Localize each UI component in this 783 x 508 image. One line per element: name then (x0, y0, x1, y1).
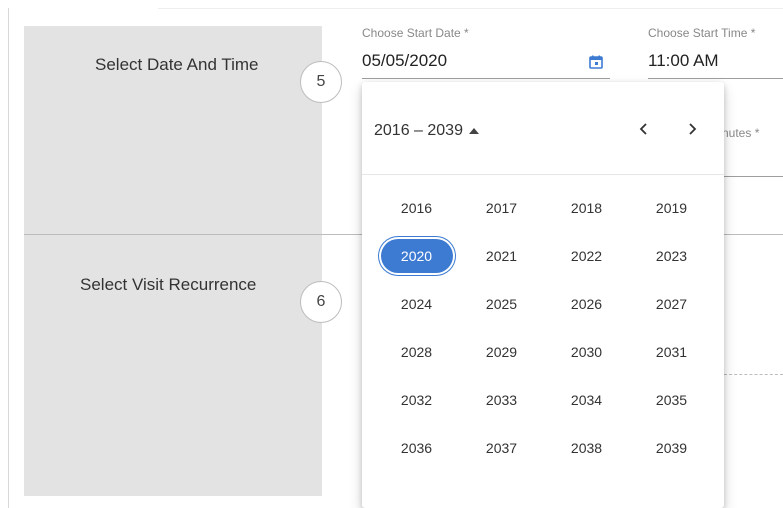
year-option-label: 2021 (485, 248, 518, 264)
year-option[interactable]: 2029 (459, 328, 544, 376)
section-label-column (24, 26, 322, 496)
year-option-label: 2018 (570, 200, 603, 216)
year-option-label: 2025 (485, 296, 518, 312)
year-option-label: 2037 (485, 440, 518, 456)
year-option[interactable]: 2035 (629, 376, 714, 424)
calendar-icon[interactable] (589, 55, 603, 69)
year-option-label: 2024 (400, 296, 433, 312)
section-title-visit-recurrence: Select Visit Recurrence (80, 275, 257, 294)
caret-up-icon (468, 128, 479, 134)
next-period-button[interactable] (678, 115, 706, 143)
year-option-label: 2020 (380, 239, 453, 273)
step-number-badge: 5 (300, 61, 342, 103)
card-border (8, 8, 9, 508)
year-option-label: 2027 (655, 296, 688, 312)
year-option[interactable]: 2036 (374, 424, 459, 472)
step-number-badge: 6 (300, 281, 342, 323)
year-picker-header: 2016 – 2039 (362, 82, 724, 174)
year-option-label: 2032 (400, 392, 433, 408)
duration-minutes-underline (722, 176, 783, 177)
year-option-label: 2031 (655, 344, 688, 360)
year-option-label: 2034 (570, 392, 603, 408)
year-option[interactable]: 2020 (374, 232, 459, 280)
start-time-input[interactable]: 11:00 AM (648, 51, 719, 71)
section-title-date-time: Select Date And Time (95, 55, 259, 74)
year-option-label: 2028 (400, 344, 433, 360)
year-option[interactable]: 2028 (374, 328, 459, 376)
year-grid: 2016 2017 2018 2019 2020 2021 2022 2023 2024 2025… (374, 184, 716, 472)
year-option[interactable]: 2017 (459, 184, 544, 232)
year-option[interactable]: 2039 (629, 424, 714, 472)
start-time-underline (648, 78, 783, 79)
year-option[interactable]: 2024 (374, 280, 459, 328)
year-option-label: 2019 (655, 200, 688, 216)
year-option-label: 2022 (570, 248, 603, 264)
year-option-label: 2029 (485, 344, 518, 360)
year-option[interactable]: 2025 (459, 280, 544, 328)
year-option[interactable]: 2016 (374, 184, 459, 232)
year-option-label: 2030 (570, 344, 603, 360)
period-toggle-button[interactable]: 2016 – 2039 (374, 119, 479, 143)
year-option[interactable]: 2027 (629, 280, 714, 328)
year-option[interactable]: 2022 (544, 232, 629, 280)
year-option[interactable]: 2023 (629, 232, 714, 280)
start-date-underline (362, 78, 610, 79)
year-option-label: 2017 (485, 200, 518, 216)
year-option-label: 2033 (485, 392, 518, 408)
chevron-right-icon (689, 123, 697, 135)
year-option-label: 2026 (570, 296, 603, 312)
year-picker-divider (362, 174, 724, 175)
year-option-label: 2036 (400, 440, 433, 456)
year-option[interactable]: 2038 (544, 424, 629, 472)
year-option-label: 2023 (655, 248, 688, 264)
start-time-label: Choose Start Time * (648, 26, 756, 40)
year-option[interactable]: 2030 (544, 328, 629, 376)
year-option[interactable]: 2033 (459, 376, 544, 424)
start-date-input[interactable]: 05/05/2020 (362, 51, 447, 71)
year-option-label: 2035 (655, 392, 688, 408)
year-option[interactable]: 2034 (544, 376, 629, 424)
year-picker-popup: 2016 – 2039 2016 2017 2018 2019 2020 2021 2022… (362, 82, 724, 508)
scheduling-form: Select Date And Time 5 Select Visit Recu… (0, 0, 783, 508)
year-option-label: 2039 (655, 440, 688, 456)
start-date-label: Choose Start Date * (362, 26, 469, 40)
year-option-label: 2038 (570, 440, 603, 456)
year-option[interactable]: 2031 (629, 328, 714, 376)
period-range-label: 2016 – 2039 (374, 122, 463, 139)
year-option[interactable]: 2037 (459, 424, 544, 472)
year-option-label: 2016 (400, 200, 433, 216)
chevron-left-icon (639, 123, 647, 135)
card-border (158, 8, 783, 9)
previous-period-button[interactable] (630, 115, 658, 143)
year-option[interactable]: 2026 (544, 280, 629, 328)
year-option[interactable]: 2019 (629, 184, 714, 232)
year-option[interactable]: 2032 (374, 376, 459, 424)
disabled-field-underline (724, 374, 783, 375)
year-option[interactable]: 2018 (544, 184, 629, 232)
duration-minutes-label: nutes * (722, 126, 760, 140)
year-option[interactable]: 2021 (459, 232, 544, 280)
